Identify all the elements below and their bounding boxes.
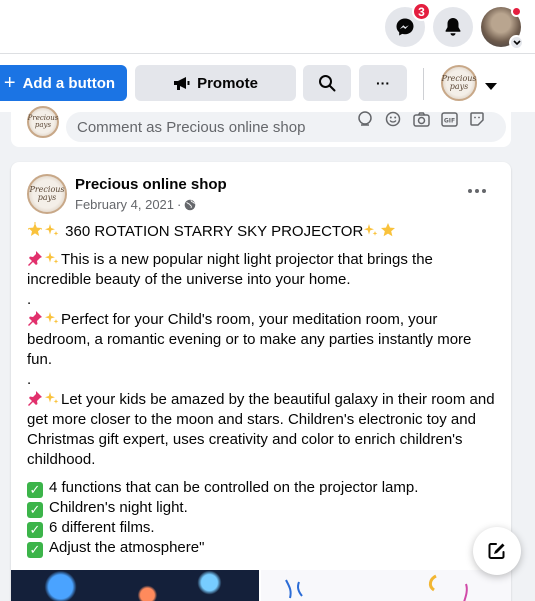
- paragraph-2-text: Perfect for your Child's room, your medi…: [27, 311, 472, 368]
- notification-dot: [511, 6, 522, 17]
- pushpin-icon: [27, 310, 43, 326]
- decorative-sketch: [285, 574, 468, 601]
- new-message-button[interactable]: [473, 527, 521, 575]
- checklist-item: ✓ 4 functions that can be controlled on t…: [27, 478, 497, 498]
- post-body: 360 ROTATION STARRY SKY PROJECTOR This i…: [27, 222, 497, 558]
- comment-composer: Precious pays Comment as Precious online…: [11, 104, 511, 147]
- post-author-name[interactable]: Precious online shop: [75, 176, 227, 193]
- paragraph-1-text: This is a new popular night light projec…: [27, 251, 433, 288]
- sparkles-icon: [44, 310, 60, 326]
- post-paragraph-1: This is a new popular night light projec…: [27, 250, 497, 290]
- post-meta: February 4, 2021 ·: [75, 197, 196, 212]
- post-author-avatar[interactable]: Precious pays: [27, 174, 67, 214]
- check-mark-icon: ✓: [27, 522, 43, 538]
- add-a-button[interactable]: + Add a button: [0, 65, 127, 101]
- feature-checklist: ✓ 4 functions that can be controlled on t…: [27, 478, 497, 558]
- post-paragraph-2: Perfect for your Child's room, your medi…: [27, 310, 497, 370]
- page-switcher-avatar[interactable]: Precious pays: [441, 65, 477, 101]
- sparkles-icon: [44, 222, 60, 238]
- more-icon: ···: [376, 75, 390, 91]
- post-card: Precious pays Precious online shop Febru…: [11, 162, 511, 601]
- promote-button[interactable]: Promote: [135, 65, 296, 101]
- post-date[interactable]: February 4, 2021: [75, 197, 174, 212]
- chevron-down-icon[interactable]: [509, 35, 524, 50]
- checklist-item: ✓ 6 different films.: [27, 518, 497, 538]
- sparkles-icon: [363, 222, 379, 238]
- check-mark-icon: ✓: [27, 502, 43, 518]
- top-bar: 3: [0, 0, 535, 54]
- bell-icon: [445, 18, 461, 36]
- sparkles-icon: [44, 390, 60, 406]
- post-options-button[interactable]: [465, 182, 489, 200]
- glowing-star-icon: [27, 222, 43, 238]
- notifications-button[interactable]: [433, 7, 473, 47]
- star-icon: [380, 222, 396, 238]
- caret-down-icon[interactable]: [485, 78, 497, 96]
- search-button[interactable]: [303, 65, 351, 101]
- paragraph-3-text: Let your kids be amazed by the beautiful…: [27, 391, 495, 468]
- more-options-button[interactable]: ···: [359, 65, 407, 101]
- messenger-badge: 3: [412, 2, 431, 21]
- messenger-button[interactable]: 3: [385, 2, 431, 47]
- gif-icon[interactable]: GIF: [440, 110, 458, 128]
- page-logo-text: Precious pays: [441, 74, 477, 91]
- checklist-item: ✓ Adjust the atmosphere": [27, 538, 497, 558]
- commenter-avatar: Precious pays: [27, 106, 59, 138]
- comment-placeholder: Comment as Precious online shop: [77, 118, 306, 136]
- sticker-icon[interactable]: [468, 110, 486, 128]
- post-image-galaxy[interactable]: [11, 570, 259, 601]
- compose-icon: [488, 543, 505, 559]
- author-logo-text: Precious pays: [29, 185, 65, 202]
- checklist-item: ✓ Children's night light.: [27, 498, 497, 518]
- check-mark-icon: ✓: [27, 482, 43, 498]
- post-image-projector[interactable]: [261, 570, 511, 601]
- sparkles-icon: [44, 250, 60, 266]
- add-button-label: Add a button: [22, 74, 116, 92]
- search-icon: [319, 75, 336, 92]
- plus-icon: +: [3, 71, 16, 94]
- messenger-icon: [396, 18, 414, 36]
- post-paragraph-3: Let your kids be amazed by the beautiful…: [27, 390, 497, 470]
- divider: [423, 68, 424, 100]
- promote-label: Promote: [197, 74, 258, 92]
- post-headline: 360 ROTATION STARRY SKY PROJECTOR: [27, 222, 497, 242]
- check-mark-icon: ✓: [27, 542, 43, 558]
- svg-text:GIF: GIF: [443, 117, 454, 124]
- avatar-sticker-icon[interactable]: [356, 110, 374, 128]
- separator-dot: .: [27, 291, 32, 308]
- camera-icon[interactable]: [412, 110, 430, 128]
- megaphone-icon: [174, 77, 190, 90]
- pushpin-icon: [27, 390, 43, 406]
- headline-text: 360 ROTATION STARRY SKY PROJECTOR: [65, 223, 364, 240]
- emoji-icon[interactable]: [384, 110, 402, 128]
- separator-dot: .: [27, 371, 32, 388]
- account-avatar[interactable]: [481, 6, 524, 50]
- pushpin-icon: [27, 250, 43, 266]
- globe-icon: [185, 199, 196, 210]
- commenter-logo-text: Precious pays: [27, 114, 59, 129]
